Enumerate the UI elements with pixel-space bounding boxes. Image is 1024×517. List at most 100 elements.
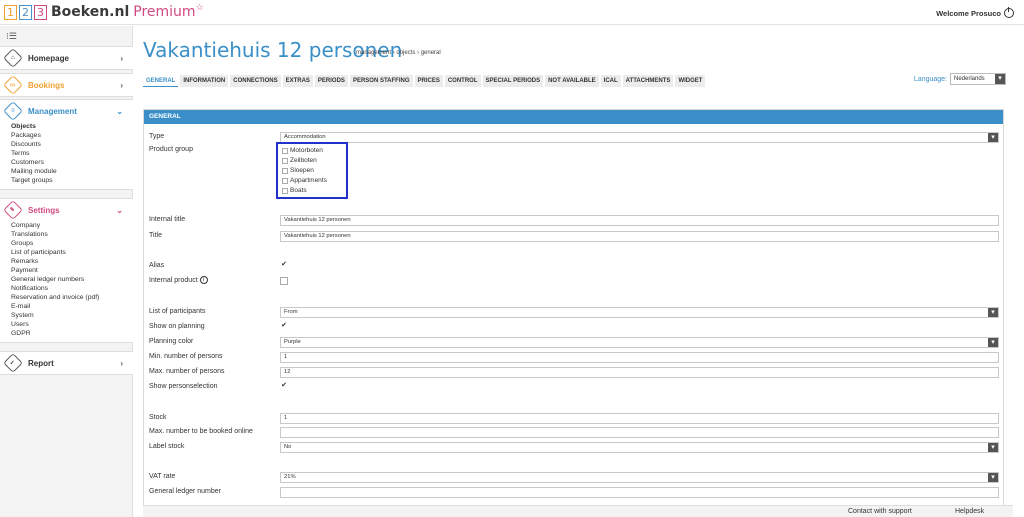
- sidebar-item-label: Settings: [28, 205, 60, 215]
- tab-general[interactable]: GENERAL: [143, 75, 179, 87]
- sidebar-subitem-reservation-invoice[interactable]: Reservation and invoice (pdf): [11, 293, 133, 302]
- sidebar-subitem-objects[interactable]: Objects: [11, 122, 133, 131]
- management-submenu: Objects Packages Discounts Terms Custome…: [0, 122, 133, 189]
- stock-input[interactable]: 1: [280, 413, 999, 424]
- alias-label: Alias: [149, 262, 165, 269]
- sidebar-subitem-groups[interactable]: Groups: [11, 239, 133, 248]
- power-icon[interactable]: [1004, 6, 1014, 18]
- tab-connections[interactable]: CONNECTIONS: [230, 75, 281, 87]
- language-selector: Language: Nederlands: [914, 73, 1006, 85]
- label-stock-label: Label stock: [149, 443, 185, 450]
- checkbox[interactable]: [282, 147, 288, 154]
- tab-prices[interactable]: PRICES: [414, 75, 443, 87]
- contact-support-link[interactable]: Contact with support: [848, 508, 912, 515]
- title-input[interactable]: Vakantiehuis 12 personen: [280, 231, 999, 242]
- sidebar-subitem-packages[interactable]: Packages: [11, 131, 133, 140]
- product-group-option-zeilboten[interactable]: Zeilboten: [282, 157, 317, 164]
- language-label: Language:: [913, 75, 947, 83]
- list-participants-select[interactable]: From: [280, 307, 999, 318]
- internal-title-input[interactable]: Vakantiehuis 12 personen: [280, 215, 999, 226]
- sidebar-item-bookings[interactable]: ▭ Bookings ›: [0, 73, 133, 97]
- tab-bar: GENERAL INFORMATION CONNECTIONS EXTRAS P…: [143, 75, 707, 87]
- sidebar-subitem-users[interactable]: Users: [11, 320, 133, 329]
- product-group-option-sloepen[interactable]: Sloepen: [282, 167, 314, 174]
- sidebar-subitem-payment[interactable]: Payment: [11, 266, 133, 275]
- internal-title-label: Internal title: [149, 216, 186, 223]
- show-personselection-checkbox[interactable]: ✔: [280, 382, 288, 391]
- tab-ical[interactable]: ICAL: [600, 75, 621, 87]
- language-select[interactable]: Nederlands: [950, 73, 1006, 85]
- management-icon: ≡: [3, 101, 23, 121]
- sidebar-subitem-company[interactable]: Company: [11, 221, 133, 230]
- sidebar-subitem-notifications[interactable]: Notifications: [11, 284, 133, 293]
- logo[interactable]: 1 2 3 Boeken.nl Premium ☆: [4, 2, 204, 20]
- welcome-text: Welcome Prosuco: [936, 8, 1001, 18]
- max-persons-input[interactable]: 12: [280, 367, 999, 378]
- sidebar-subitem-email[interactable]: E-mail: [11, 302, 133, 311]
- sidebar-subitem-remarks[interactable]: Remarks: [11, 257, 133, 266]
- max-persons-label: Max. number of persons: [149, 368, 225, 375]
- show-personselection-label: Show personselection: [149, 383, 218, 390]
- sidebar-item-management[interactable]: ≡ Management ⌄: [0, 100, 133, 122]
- min-persons-input[interactable]: 1: [280, 352, 999, 363]
- sidebar: ⁝☰ ⌂ Homepage › ▭ Bookings › ≡ Managemen…: [0, 26, 133, 517]
- tab-information[interactable]: INFORMATION: [180, 75, 229, 87]
- sidebar-subitem-list-of-participants[interactable]: List of participants: [11, 248, 133, 257]
- checkbox[interactable]: [282, 187, 288, 194]
- tab-control[interactable]: CONTROL: [444, 75, 481, 87]
- sidebar-section-settings: ✎ Settings ⌄ Company Translations Groups…: [0, 198, 133, 343]
- sidebar-subitem-system[interactable]: System: [11, 311, 133, 320]
- breadcrumb[interactable]: management › objects › general: [356, 50, 441, 56]
- sidebar-subitem-terms[interactable]: Terms: [11, 149, 133, 158]
- type-select[interactable]: Accommodation: [280, 132, 999, 143]
- alias-checkbox[interactable]: ✔: [280, 261, 288, 270]
- ledger-number-input[interactable]: [280, 487, 999, 498]
- sidebar-subitem-target-groups[interactable]: Target groups: [11, 176, 133, 185]
- logo-digit-2: 2: [19, 4, 32, 20]
- menu-toggle-icon[interactable]: ⁝☰: [6, 31, 17, 42]
- vat-rate-select[interactable]: 21%: [280, 472, 999, 483]
- list-participants-label: List of participants: [149, 308, 206, 315]
- report-icon: ✓: [3, 353, 23, 373]
- checkbox[interactable]: [282, 177, 288, 184]
- product-group-option-boats[interactable]: Boats: [282, 187, 307, 194]
- sidebar-subitem-discounts[interactable]: Discounts: [11, 140, 133, 149]
- sidebar-subitem-ledger-numbers[interactable]: General ledger numbers: [11, 275, 133, 284]
- bookings-icon: ▭: [3, 75, 23, 95]
- sidebar-subitem-mailing-module[interactable]: Mailing module: [11, 167, 133, 176]
- support-bar: Contact with support Helpdesk: [143, 505, 1013, 517]
- internal-product-checkbox[interactable]: [280, 277, 288, 285]
- tab-special-periods[interactable]: SPECIAL PERIODS: [482, 75, 544, 87]
- label-stock-select[interactable]: No: [280, 442, 999, 453]
- sidebar-subitem-customers[interactable]: Customers: [11, 158, 133, 167]
- tab-not-available[interactable]: NOT AVAILABLE: [545, 75, 599, 87]
- checkbox[interactable]: [282, 167, 288, 174]
- sidebar-item-homepage[interactable]: ⌂ Homepage ›: [0, 46, 133, 70]
- tab-attachments[interactable]: ATTACHMENTS: [622, 75, 674, 87]
- product-group-option-appartments[interactable]: Appartments: [282, 177, 327, 184]
- helpdesk-link[interactable]: Helpdesk: [955, 508, 984, 515]
- chevron-right-icon: ›: [120, 80, 123, 90]
- info-icon[interactable]: i: [199, 276, 208, 284]
- planning-color-label: Planning color: [149, 338, 194, 345]
- tab-periods[interactable]: PERIODS: [314, 75, 348, 87]
- checkbox[interactable]: [282, 157, 288, 164]
- planning-color-select[interactable]: Purple: [280, 337, 999, 348]
- show-on-planning-checkbox[interactable]: ✔: [280, 322, 288, 331]
- logo-brand: Boeken.nl: [51, 4, 130, 20]
- sidebar-item-report[interactable]: ✓ Report ›: [0, 351, 133, 375]
- product-group-option-motorboten[interactable]: Motorboten: [282, 147, 323, 154]
- sidebar-subitem-gdpr[interactable]: GDPR: [11, 329, 133, 338]
- tab-extras[interactable]: EXTRAS: [282, 75, 313, 87]
- sidebar-subitem-translations[interactable]: Translations: [11, 230, 133, 239]
- min-persons-label: Min. number of persons: [149, 353, 223, 360]
- tab-widget[interactable]: WIDGET: [675, 75, 706, 87]
- logo-digit-3: 3: [34, 4, 47, 20]
- tab-person-staffing[interactable]: PERSON STAFFING: [349, 75, 413, 87]
- type-label: Type: [149, 133, 165, 140]
- logo-premium: Premium: [133, 4, 196, 20]
- sidebar-item-settings[interactable]: ✎ Settings ⌄: [0, 199, 133, 221]
- ledger-number-label: General ledger number: [149, 488, 221, 495]
- chevron-down-icon: ⌄: [116, 106, 123, 116]
- max-online-input[interactable]: [280, 427, 999, 438]
